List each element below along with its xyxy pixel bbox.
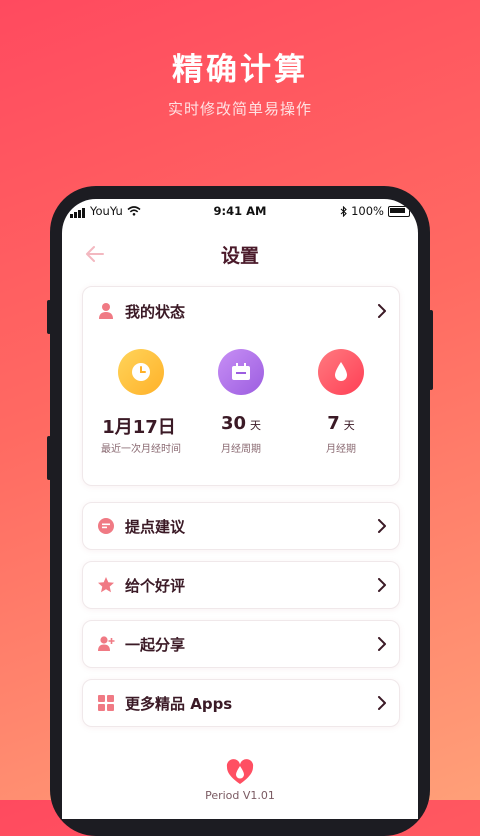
menu-item-feedback[interactable]: 提点建议 [82,502,400,550]
clock-icon [118,349,164,395]
menu-item-label: 更多精品 Apps [125,694,233,713]
stat-period-length: 7天 月经期 [293,349,389,455]
menu-item-label: 给个好评 [125,576,186,595]
chevron-right-icon [378,637,386,651]
chevron-right-icon [378,519,386,533]
phone-power-button [429,310,433,390]
page-title: 设置 [220,245,259,267]
phone-volume-button [47,300,51,334]
my-status-title: 我的状态 [125,302,186,321]
promo-title: 精确计算 [172,52,308,88]
nav-bar: 设置 [62,235,418,271]
phone-volume-button [47,436,51,480]
calendar-icon [218,349,264,395]
menu-item-label: 一起分享 [125,635,186,654]
stat-value: 30 [220,413,247,434]
stat-value: 7 [327,413,340,434]
star-icon [97,576,115,594]
chevron-right-icon[interactable] [377,304,387,318]
stat-label: 月经期 [326,444,356,455]
menu-item-more-apps[interactable]: 更多精品 Apps [82,679,400,727]
app-version: Period V1.01 [205,789,275,802]
stat-unit: 天 [250,419,262,432]
chevron-right-icon [378,578,386,592]
stat-last-period: 1月17日 最近一次月经时间 [93,349,189,455]
battery-percent: 100% [351,204,384,218]
battery-icon [388,205,410,217]
stat-label: 最近一次月经时间 [101,444,181,455]
drop-icon [318,349,364,395]
menu-item-rate[interactable]: 给个好评 [82,561,400,609]
heart-drop-logo-icon [226,759,254,784]
stat-label: 月经周期 [221,444,261,455]
add-user-icon [97,635,115,653]
my-status-header[interactable]: 我的状态 [97,298,185,324]
message-icon [97,517,115,535]
person-icon [97,302,115,320]
bluetooth-icon [340,205,347,217]
phone-screen: YouYu 9:41 AM 100% 设置 我的状态 1月17日 最近一次月经时… [62,199,418,819]
stat-unit: 天 [343,419,355,432]
stat-value: 1月17日 [102,417,176,438]
status-bar: YouYu 9:41 AM 100% [62,199,418,221]
grid-icon [97,694,115,712]
stat-cycle: 30 天 月经周期 [193,349,289,455]
my-status-card: 我的状态 1月17日 最近一次月经时间 30 天 月经周期 7 天 月经期 [82,286,400,486]
menu-item-label: 提点建议 [125,517,186,536]
chevron-right-icon [378,696,386,710]
menu-item-share[interactable]: 一起分享 [82,620,400,668]
promo-subtitle: 实时修改简单易操作 [167,100,312,118]
